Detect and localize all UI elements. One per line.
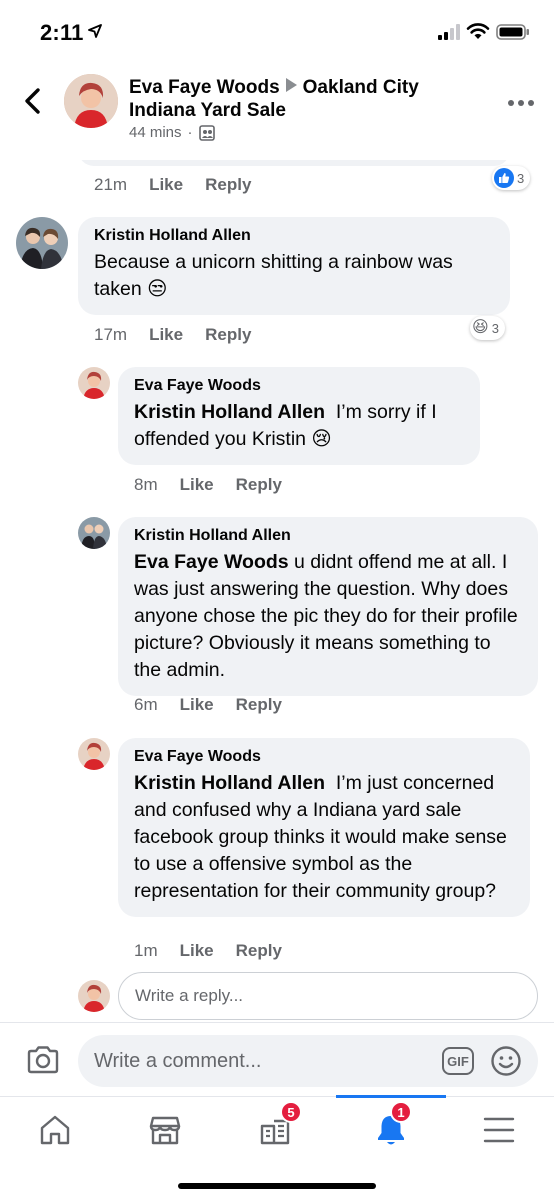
post-time[interactable]: 44 mins — [129, 124, 182, 141]
tab-home[interactable] — [0, 1097, 110, 1163]
previous-comment-actions: 21m Like Reply — [94, 175, 273, 195]
reply-text: Eva Faye Woods u didnt offend me at all.… — [134, 549, 522, 684]
menu-icon — [483, 1117, 515, 1143]
reply-actions: 1m Like Reply — [134, 941, 304, 961]
battery-icon — [496, 24, 529, 40]
meta-separator: · — [187, 124, 193, 141]
previous-comment-bubble — [78, 160, 510, 166]
reply-text: Kristin Holland Allen I’m just concerned… — [134, 770, 514, 905]
group-audience-icon — [198, 124, 215, 141]
comment-composer: Write a comment... GIF — [0, 1022, 554, 1096]
reply-button[interactable]: Reply — [205, 175, 251, 195]
mention-link[interactable]: Eva Faye Woods — [134, 551, 289, 573]
reaction-summary[interactable]: 3 — [492, 166, 531, 190]
reply-bubble[interactable]: Eva Faye Woods Kristin Holland Allen I’m… — [118, 367, 480, 465]
reply-author[interactable]: Kristin Holland Allen — [134, 527, 522, 545]
mention-link[interactable]: Kristin Holland Allen — [134, 401, 325, 423]
post-title[interactable]: Eva Faye Woods Oakland City Indiana Yard … — [129, 76, 489, 122]
post-header: Eva Faye Woods Oakland City Indiana Yard … — [0, 62, 554, 160]
status-time: 2:11 — [40, 20, 84, 45]
location-arrow-icon — [88, 24, 102, 38]
like-button[interactable]: Like — [180, 941, 214, 961]
bottom-tab-bar: 5 1 — [0, 1095, 554, 1200]
tab-notifications[interactable]: 1 — [336, 1095, 446, 1163]
tab-groups[interactable]: 5 — [220, 1097, 330, 1163]
reaction-count: 3 — [517, 170, 525, 186]
reply-button[interactable]: Reply — [236, 475, 282, 495]
reply-avatar[interactable] — [78, 517, 110, 549]
comment-time[interactable]: 1m — [134, 941, 158, 961]
notifications-badge: 1 — [390, 1101, 412, 1123]
gif-button[interactable]: GIF — [442, 1047, 474, 1075]
comment-bubble[interactable]: Kristin Holland Allen Because a unicorn … — [78, 217, 510, 315]
comment-actions: 17m Like Reply — [94, 325, 273, 345]
commenter-avatar[interactable] — [16, 217, 68, 269]
reply-bubble[interactable]: Eva Faye Woods Kristin Holland Allen I’m… — [118, 738, 530, 917]
comment-author[interactable]: Kristin Holland Allen — [94, 227, 494, 245]
reply-author[interactable]: Eva Faye Woods — [134, 377, 464, 395]
reaction-summary[interactable]: 😆 3 — [470, 316, 505, 340]
reply-actions: 8m Like Reply — [134, 475, 304, 495]
camera-icon[interactable] — [26, 1045, 60, 1075]
tab-marketplace[interactable] — [110, 1097, 220, 1163]
like-reaction-icon — [494, 168, 514, 188]
reply-button[interactable]: Reply — [236, 695, 282, 715]
reply-button[interactable]: Reply — [236, 941, 282, 961]
back-arrow-icon[interactable] — [20, 86, 46, 116]
home-indicator — [178, 1183, 376, 1189]
like-button[interactable]: Like — [180, 695, 214, 715]
reaction-count: 3 — [491, 320, 499, 336]
reply-input[interactable]: Write a reply... — [118, 972, 538, 1020]
comment-time[interactable]: 6m — [134, 695, 158, 715]
status-bar: 2:11 — [0, 0, 554, 62]
home-icon — [40, 1115, 70, 1145]
like-button[interactable]: Like — [180, 475, 214, 495]
like-button[interactable]: Like — [149, 325, 183, 345]
cellular-signal-icon — [438, 24, 460, 40]
reply-avatar[interactable] — [78, 738, 110, 770]
reply-actions: 6m Like Reply — [134, 695, 304, 715]
reply-avatar[interactable] — [78, 367, 110, 399]
marketplace-icon — [149, 1116, 181, 1145]
comment-text: Because a unicorn shitting a rainbow was… — [94, 251, 453, 300]
current-user-avatar — [78, 980, 110, 1012]
tab-menu[interactable] — [444, 1097, 554, 1163]
comment-time[interactable]: 17m — [94, 325, 127, 345]
post-author-avatar[interactable] — [64, 74, 118, 128]
wifi-icon — [466, 23, 490, 39]
reply-bubble[interactable]: Kristin Holland Allen Eva Faye Woods u d… — [118, 517, 538, 696]
haha-reaction-icon: 😆 — [472, 319, 489, 336]
comment-time[interactable]: 8m — [134, 475, 158, 495]
shared-to-arrow-icon — [285, 78, 297, 92]
like-button[interactable]: Like — [149, 175, 183, 195]
more-options-icon[interactable] — [508, 98, 538, 108]
post-meta: 44 mins · — [129, 124, 215, 141]
mention-link[interactable]: Kristin Holland Allen — [134, 772, 325, 794]
comment-time[interactable]: 21m — [94, 175, 127, 195]
emoji-icon[interactable] — [490, 1045, 522, 1077]
comments-list: 21m Like Reply 3 Kristin Holland Allen B… — [0, 160, 554, 1022]
reply-author[interactable]: Eva Faye Woods — [134, 748, 514, 766]
post-author-name[interactable]: Eva Faye Woods — [129, 77, 280, 98]
reply-text: Kristin Holland Allen I’m sorry if I off… — [134, 399, 464, 453]
reply-button[interactable]: Reply — [205, 325, 251, 345]
groups-badge: 5 — [280, 1101, 302, 1123]
